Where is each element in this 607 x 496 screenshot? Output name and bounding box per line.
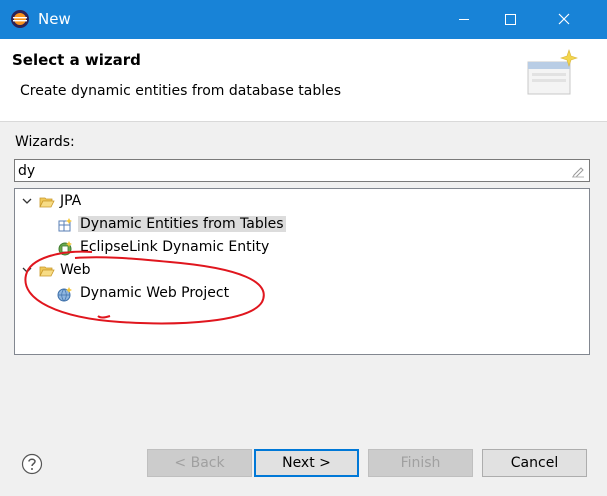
tree-item-dynamic-entities[interactable]: Dynamic Entities from Tables — [21, 214, 421, 236]
folder-open-icon — [39, 197, 55, 208]
maximize-icon[interactable] — [487, 0, 533, 39]
tree-item-label: EclipseLink Dynamic Entity — [80, 239, 270, 255]
back-button[interactable]: < Back — [147, 449, 252, 477]
title-bar: New — [0, 0, 607, 39]
tree-item-label: Dynamic Entities from Tables — [78, 216, 286, 232]
tree-item-label: Dynamic Web Project — [80, 285, 230, 301]
filter-input[interactable] — [18, 162, 558, 180]
folder-open-icon — [39, 266, 55, 277]
tree-group-label: JPA — [60, 193, 82, 209]
wizard-banner-icon — [527, 49, 578, 95]
web-project-icon — [57, 287, 72, 302]
eclipse-icon — [11, 10, 29, 28]
help-icon[interactable] — [21, 453, 43, 475]
cancel-button[interactable]: Cancel — [482, 449, 587, 477]
clear-filter-icon[interactable] — [571, 164, 585, 178]
wizards-label: Wizards: — [15, 134, 75, 150]
finish-button[interactable]: Finish — [368, 449, 473, 477]
tree-item-eclipselink-entity[interactable]: EclipseLink Dynamic Entity — [21, 237, 421, 259]
tree-group-label: Web — [60, 262, 91, 278]
tree-group-web[interactable]: Web — [21, 260, 421, 282]
chevron-down-icon[interactable] — [21, 264, 33, 276]
wizard-body: Wizards: JPA Dynamic En — [0, 122, 607, 496]
filter-input-box[interactable] — [14, 159, 590, 182]
tree-item-dynamic-web-project[interactable]: Dynamic Web Project — [21, 283, 421, 305]
minimize-icon[interactable] — [441, 0, 487, 39]
page-description: Create dynamic entities from database ta… — [20, 83, 342, 99]
tree-group-jpa[interactable]: JPA — [21, 191, 421, 213]
wizard-header: Select a wizard Create dynamic entities … — [0, 39, 607, 122]
window-title: New — [38, 10, 71, 28]
next-button[interactable]: Next > — [254, 449, 359, 477]
entity-table-icon — [58, 218, 72, 232]
close-icon[interactable] — [541, 0, 587, 39]
eclipselink-entity-icon — [58, 241, 72, 256]
wizard-tree[interactable]: JPA Dynamic Entities from Tables Eclipse… — [14, 188, 590, 355]
page-title: Select a wizard — [12, 51, 141, 69]
chevron-down-icon[interactable] — [21, 195, 33, 207]
